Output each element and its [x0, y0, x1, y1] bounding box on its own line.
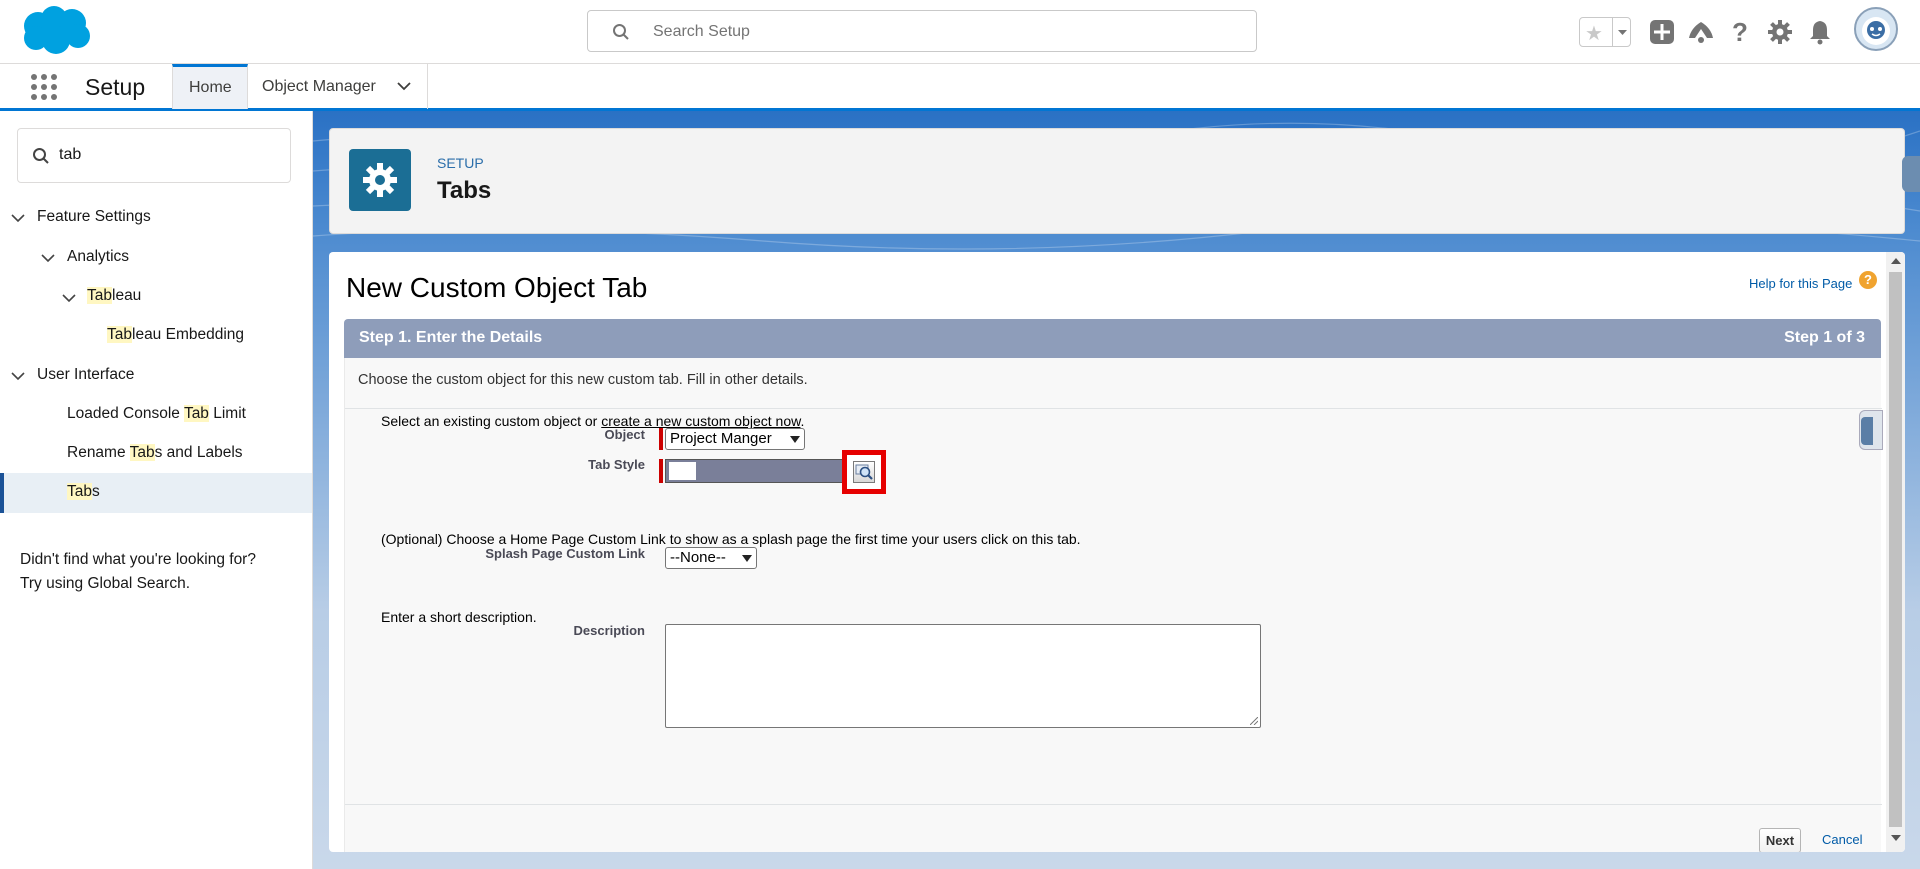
- magnifier-icon: [855, 464, 873, 480]
- step-title: Step 1. Enter the Details: [359, 329, 543, 346]
- cancel-link[interactable]: Cancel: [1822, 832, 1862, 847]
- content-card: New Custom Object Tab Help for this Page…: [329, 252, 1905, 852]
- tree-item-rename-tabs-and-labels[interactable]: Rename Tabs and Labels: [67, 444, 243, 462]
- tree-item-tabs[interactable]: Tabs: [67, 483, 100, 501]
- page-eyebrow: SETUP: [437, 155, 484, 171]
- tree-item-selected-background: [0, 473, 312, 513]
- tree-item-user-interface[interactable]: User Interface: [37, 366, 134, 384]
- chevron-down-icon[interactable]: [62, 293, 76, 303]
- next-button[interactable]: Next: [1759, 828, 1801, 852]
- tab-style-lookup-button[interactable]: [853, 461, 875, 483]
- object-select-value: Project Manger: [670, 430, 772, 447]
- tab-home[interactable]: Home: [172, 64, 248, 109]
- scroll-down-arrow[interactable]: [1891, 835, 1901, 841]
- splash-page-select[interactable]: --None--: [665, 547, 757, 569]
- tree-item-feature-settings[interactable]: Feature Settings: [37, 208, 151, 226]
- trailhead-icon[interactable]: [1687, 18, 1715, 46]
- chevron-down-icon: [790, 436, 800, 443]
- quick-find-input[interactable]: tab: [17, 128, 291, 183]
- resize-grip-icon[interactable]: [1250, 717, 1258, 725]
- scrollbar[interactable]: [1886, 252, 1905, 852]
- help-line-1: Didn't find what you're looking for?: [20, 551, 256, 568]
- divider: [345, 408, 1882, 409]
- inner-panel-toggle[interactable]: [1859, 410, 1883, 450]
- help-question-icon[interactable]: ?: [1859, 271, 1877, 289]
- step-instructions: Choose the custom object for this new cu…: [358, 372, 808, 388]
- search-placeholder: Search Setup: [653, 23, 750, 40]
- astro-avatar-icon: [1862, 17, 1890, 45]
- chevron-down-icon[interactable]: [41, 253, 55, 263]
- side-panel-toggle[interactable]: [1902, 156, 1920, 192]
- chevron-down-icon[interactable]: [396, 80, 412, 92]
- search-icon: [33, 148, 49, 164]
- sidebar-help-text: Didn't find what you're looking for? Try…: [20, 548, 256, 596]
- favorites-dropdown-button[interactable]: [1612, 18, 1631, 46]
- splash-page-label: Splash Page Custom Link: [485, 546, 645, 561]
- object-select[interactable]: Project Manger: [665, 428, 805, 450]
- chevron-down-icon: [1618, 30, 1627, 35]
- splash-instructions: (Optional) Choose a Home Page Custom Lin…: [381, 531, 1081, 547]
- add-icon[interactable]: [1648, 18, 1676, 46]
- form-area: Choose the custom object for this new cu…: [344, 358, 1883, 852]
- step-count: Step 1 of 3: [1784, 329, 1865, 346]
- tab-object-manager-label: Object Manager: [262, 78, 376, 95]
- chevron-down-icon: [742, 555, 752, 562]
- svg-text:?: ?: [1732, 18, 1748, 46]
- gear-icon[interactable]: [1766, 18, 1794, 46]
- quick-find-value: tab: [59, 146, 82, 163]
- app-name: Setup: [85, 74, 146, 100]
- page-header-title: Tabs: [437, 177, 492, 204]
- main-content-area: SETUP Tabs New Custom Object Tab Help fo…: [313, 111, 1920, 869]
- global-search-link[interactable]: Try using Global Search.: [20, 572, 256, 596]
- required-indicator: [659, 459, 663, 483]
- app-launcher-icon[interactable]: [30, 73, 58, 101]
- salesforce-logo[interactable]: [18, 4, 92, 56]
- setup-search-input[interactable]: Search Setup: [587, 10, 1257, 52]
- scroll-thumb[interactable]: [1889, 272, 1902, 827]
- tree-item-analytics[interactable]: Analytics: [67, 248, 129, 266]
- search-match-highlight: Tab: [87, 287, 112, 304]
- splash-page-select-value: --None--: [670, 549, 726, 566]
- tree-item-loaded-console-tab-limit[interactable]: Loaded Console Tab Limit: [67, 405, 246, 423]
- setup-sidebar: tab Feature Settings Analytics Tableau T…: [0, 111, 313, 869]
- search-match-highlight: Tab: [107, 326, 132, 343]
- help-for-this-page-link[interactable]: Help for this Page: [1749, 276, 1852, 291]
- tree-item-tableau[interactable]: Tableau: [87, 287, 141, 305]
- chevron-down-icon[interactable]: [11, 213, 25, 223]
- divider: [345, 804, 1882, 805]
- step-header: Step 1. Enter the Details Step 1 of 3: [344, 319, 1881, 358]
- tab-object-manager[interactable]: Object Manager: [248, 64, 428, 109]
- tab-home-label: Home: [189, 79, 232, 96]
- bell-icon[interactable]: [1806, 18, 1834, 46]
- scroll-up-arrow[interactable]: [1891, 258, 1901, 264]
- star-icon: ★: [1585, 23, 1603, 45]
- search-match-highlight: Tab: [129, 444, 155, 461]
- tree-item-tableau-embedding[interactable]: Tableau Embedding: [107, 326, 244, 344]
- search-match-highlight: Tab: [183, 405, 209, 422]
- favorites-button[interactable]: ★: [1579, 17, 1631, 47]
- setup-gear-icon: [349, 149, 411, 211]
- context-navigation: Setup Home Object Manager: [0, 63, 1920, 111]
- page-title: New Custom Object Tab: [346, 272, 648, 303]
- tab-style-field[interactable]: [665, 459, 855, 483]
- avatar[interactable]: [1854, 7, 1898, 51]
- description-textarea[interactable]: [665, 624, 1261, 728]
- tab-style-lookup-highlight: [842, 450, 886, 494]
- required-indicator: [659, 428, 663, 450]
- search-match-highlight: Tab: [67, 483, 92, 500]
- chevron-down-icon[interactable]: [11, 371, 25, 381]
- search-icon: [613, 24, 629, 40]
- tab-style-label: Tab Style: [588, 457, 645, 472]
- description-label: Description: [573, 623, 645, 638]
- help-icon[interactable]: ?: [1726, 18, 1754, 46]
- page-header: SETUP Tabs: [329, 128, 1905, 234]
- global-header: Search Setup ★ ?: [0, 0, 1920, 63]
- tab-style-swatch: [669, 462, 696, 480]
- object-label: Object: [604, 427, 645, 442]
